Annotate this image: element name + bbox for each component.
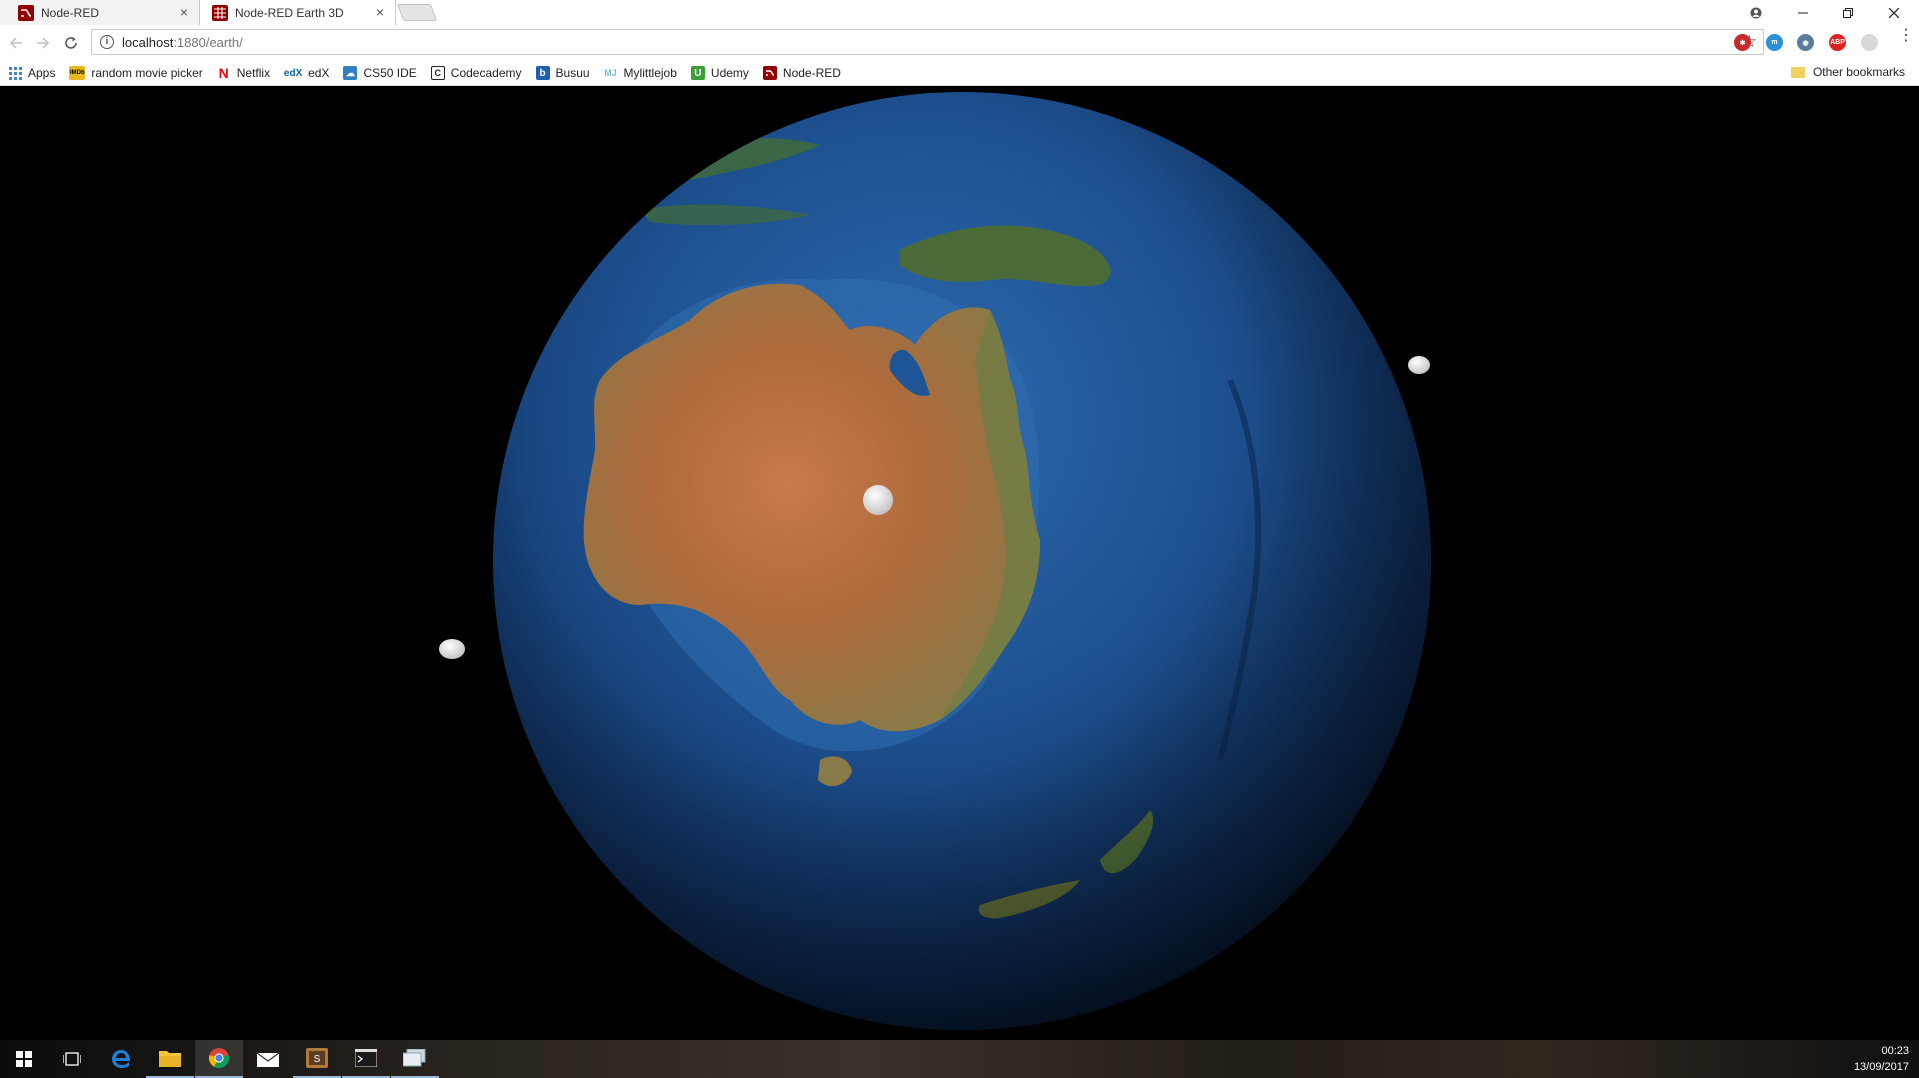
imdb-icon: IMDb [69, 66, 86, 80]
folder-icon [1790, 66, 1805, 78]
earth-3d-canvas[interactable] [0, 87, 1919, 1040]
node-red-earth-icon [212, 4, 228, 21]
bookmark-mylittlejob[interactable]: MJ Mylittlejob [604, 66, 677, 80]
bookmark-label: Codecademy [450, 66, 522, 80]
bookmark-label: Apps [28, 66, 56, 80]
start-icon[interactable] [0, 1040, 48, 1078]
edge-icon[interactable] [97, 1040, 145, 1078]
chrome-icon[interactable] [195, 1040, 243, 1078]
remote-icon[interactable] [391, 1040, 439, 1078]
forward-icon[interactable] [33, 33, 53, 53]
bookmark-busuu[interactable]: b Busuu [535, 66, 590, 80]
other-bookmarks-label: Other bookmarks [1812, 65, 1905, 79]
minimize-icon[interactable] [1781, 0, 1825, 25]
adblock-icon[interactable]: ABP [1829, 34, 1846, 51]
bookmark-label: Busuu [555, 66, 590, 80]
mylittlejob-icon: MJ [604, 68, 617, 78]
cs50-icon: ☁ [343, 66, 358, 80]
udemy-icon: U [690, 66, 705, 80]
address-bar[interactable]: i localhost:1880/earth/ ☆ [91, 29, 1764, 55]
url-text: localhost:1880/earth/ [122, 34, 243, 50]
busuu-icon: b [535, 66, 550, 80]
codecademy-icon: C [430, 66, 445, 80]
bookmark-random-movie-picker[interactable]: IMDb random movie picker [69, 66, 203, 80]
netflix-icon: N [218, 65, 229, 81]
tab-title: Node-RED [41, 5, 100, 20]
bookmark-label: Netflix [236, 66, 271, 80]
bookmark-udemy[interactable]: U Udemy [690, 66, 749, 80]
mail-icon[interactable] [244, 1040, 292, 1078]
reload-icon[interactable] [61, 33, 81, 53]
edx-icon: edX [283, 67, 303, 79]
bookmark-cs50-ide[interactable]: ☁ CS50 IDE [343, 66, 417, 80]
file-explorer-icon[interactable] [146, 1040, 194, 1078]
restore-icon[interactable] [1826, 0, 1870, 25]
profile-icon[interactable] [1734, 0, 1778, 25]
bookmark-netflix[interactable]: N Netflix [217, 65, 271, 81]
marker-center[interactable] [863, 485, 893, 515]
system-clock[interactable]: 00:23 13/09/2017 [1854, 1043, 1909, 1075]
tab-node-red[interactable]: Node-RED × [0, 0, 200, 25]
back-icon[interactable] [6, 33, 26, 53]
marker-left[interactable] [439, 639, 465, 659]
clock-date: 13/09/2017 [1853, 1061, 1909, 1073]
earth-scene[interactable] [0, 87, 1919, 1040]
bookmark-label: Udemy [710, 66, 749, 80]
bookmarks-bar: Apps IMDb random movie picker N Netflix … [0, 61, 1919, 86]
other-bookmarks[interactable]: Other bookmarks [1790, 65, 1905, 79]
extension-gray-icon[interactable] [1861, 34, 1878, 51]
terminal-icon[interactable] [342, 1040, 390, 1078]
app-icon[interactable]: S [293, 1040, 341, 1078]
extension-blue-icon[interactable]: m [1766, 34, 1783, 51]
extension-bug-icon[interactable]: ✱ [1734, 34, 1751, 51]
bookmark-label: random movie picker [91, 66, 203, 80]
browser-menu-icon[interactable]: ⋮ [1898, 28, 1914, 44]
apps-grid-icon [8, 66, 22, 80]
windows-taskbar: S 00:23 13/09/2017 [0, 1040, 1919, 1078]
bookmark-node-red[interactable]: Node-RED [762, 66, 841, 80]
bookmark-apps[interactable]: Apps [8, 66, 55, 80]
tab-node-red-earth[interactable]: Node-RED Earth 3D × [200, 0, 396, 25]
node-red-icon [762, 66, 777, 80]
bookmark-label: Mylittlejob [623, 66, 677, 80]
bookmark-label: CS50 IDE [363, 66, 417, 80]
task-view-icon[interactable] [48, 1040, 96, 1078]
close-tab-icon[interactable]: × [373, 5, 387, 19]
extension-eye-icon[interactable]: ◉ [1797, 34, 1814, 51]
close-window-icon[interactable] [1872, 0, 1916, 25]
bookmark-edx[interactable]: edX edX [283, 66, 330, 80]
new-tab-button[interactable] [396, 4, 438, 21]
bookmark-label: edX [308, 66, 330, 80]
close-tab-icon[interactable]: × [177, 5, 191, 19]
marker-right[interactable] [1408, 356, 1430, 374]
bookmark-label: Node-RED [782, 66, 841, 80]
tab-title: Node-RED Earth 3D [235, 5, 344, 20]
node-red-icon [18, 4, 34, 21]
clock-time: 00:23 [1881, 1045, 1909, 1057]
browser-toolbar: i localhost:1880/earth/ ☆ ✱ m ◉ ABP ⋮ [0, 25, 1919, 61]
tab-strip: Node-RED × Node-RED Earth 3D × [0, 0, 1919, 25]
info-icon[interactable]: i [100, 35, 114, 49]
bookmark-codecademy[interactable]: C Codecademy [430, 66, 522, 80]
svg-text:S: S [314, 1054, 321, 1065]
